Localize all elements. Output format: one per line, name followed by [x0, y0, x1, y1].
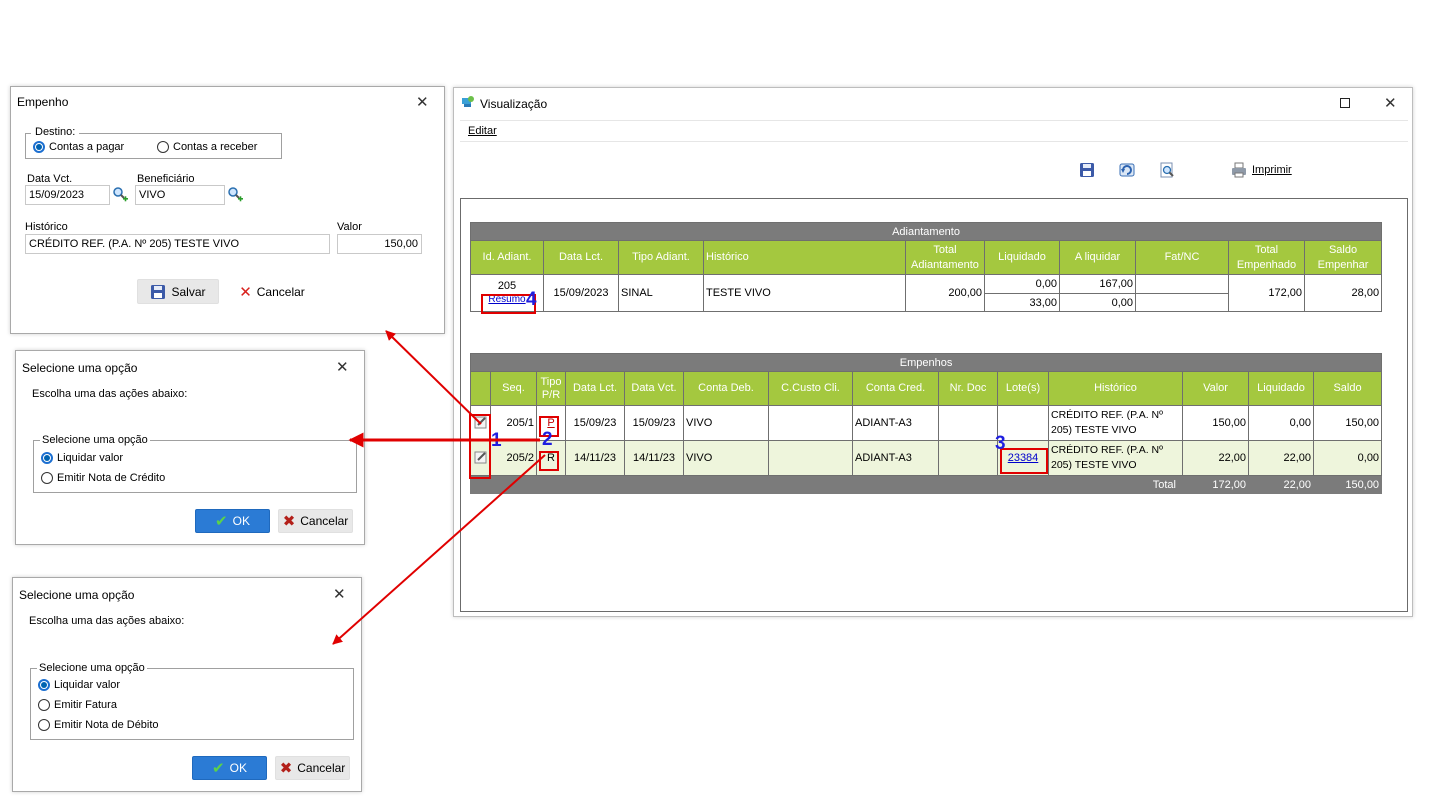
arrow-to-empenho-dialog: [385, 330, 482, 425]
annotation-arrows: [332, 330, 546, 645]
arrow-to-debit-dialog: [332, 454, 546, 645]
